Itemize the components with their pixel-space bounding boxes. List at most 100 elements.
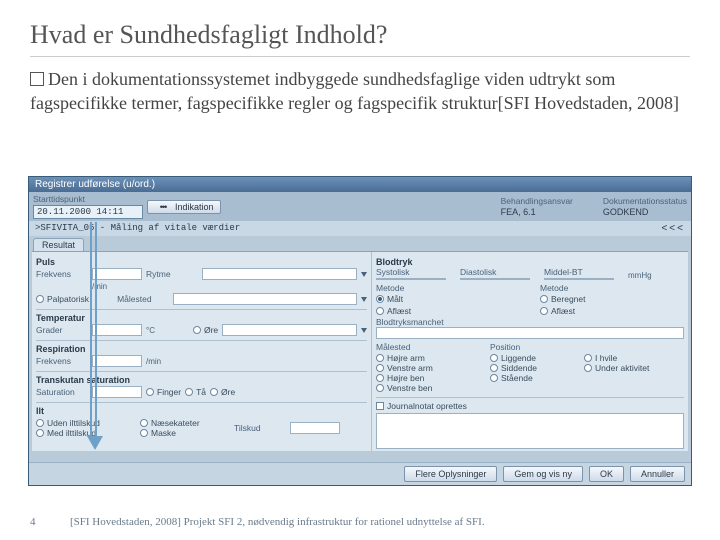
chevron-down-icon[interactable] bbox=[361, 297, 367, 302]
label-metode1: Metode bbox=[376, 283, 404, 293]
window-titlebar: Registrer udførelse (u/ord.) bbox=[29, 177, 691, 192]
radio-liggende[interactable] bbox=[490, 354, 498, 362]
radio-aktivitet[interactable] bbox=[584, 364, 592, 372]
dokstatus-label: Dokumentationsstatus bbox=[603, 196, 687, 206]
ellipsis-icon: ••• bbox=[154, 202, 172, 212]
manchet-field[interactable] bbox=[376, 327, 684, 339]
behandl-value: FEA, 6.1 bbox=[501, 207, 573, 217]
bullet-prefix: Den bbox=[48, 69, 78, 89]
main-pane: Puls FrekvensRytme /min PalpatoriskMåles… bbox=[32, 251, 688, 451]
radio-hojre-arm[interactable] bbox=[376, 354, 384, 362]
resp-frekvens-field[interactable] bbox=[92, 355, 142, 367]
label-saturation: Saturation bbox=[36, 387, 88, 397]
middel-field[interactable] bbox=[544, 278, 614, 280]
label-malested: Målested bbox=[117, 294, 169, 304]
tilskud-field[interactable] bbox=[290, 422, 340, 434]
puls-malested-field[interactable] bbox=[173, 293, 357, 305]
diastolisk-field[interactable] bbox=[460, 278, 530, 280]
annuller-button[interactable]: Annuller bbox=[630, 466, 685, 482]
spacer2 bbox=[584, 342, 586, 352]
label-tilskud: Tilskud bbox=[234, 423, 286, 433]
starttid-label: Starttidspunkt bbox=[33, 194, 143, 204]
page-number: 4 bbox=[30, 516, 50, 528]
radio-uden-ilt[interactable] bbox=[36, 419, 44, 427]
label-ore2: Øre bbox=[221, 387, 235, 397]
behandl-label: Behandlingsansvar bbox=[501, 196, 573, 206]
radio-palpatorisk[interactable] bbox=[36, 295, 44, 303]
label-beregnet: Beregnet bbox=[551, 294, 586, 304]
radio-maalt[interactable] bbox=[376, 295, 384, 303]
label-venstre-arm: Venstre arm bbox=[387, 363, 433, 373]
radio-ore2[interactable] bbox=[210, 388, 218, 396]
label-journalnotat: Journalnotat oprettes bbox=[387, 401, 467, 411]
label-finger: Finger bbox=[157, 387, 181, 397]
label-grader: Grader bbox=[36, 325, 88, 335]
radio-venstre-ben[interactable] bbox=[376, 384, 384, 392]
checkbox-journalnotat[interactable] bbox=[376, 402, 384, 410]
radio-ore[interactable] bbox=[193, 326, 201, 334]
puls-rytme-field[interactable] bbox=[202, 268, 357, 280]
label-palpatorisk: Palpatorisk bbox=[47, 294, 89, 304]
indikation-button[interactable]: •••Indikation bbox=[147, 200, 221, 214]
slide-body: Den i dokumentationssystemet indbyggede … bbox=[30, 67, 690, 116]
group-ilt: Ilt bbox=[36, 406, 367, 416]
temp-grader-field[interactable] bbox=[92, 324, 142, 336]
label-hojre-arm: Højre arm bbox=[387, 353, 425, 363]
left-column: Puls FrekvensRytme /min PalpatoriskMåles… bbox=[32, 252, 372, 451]
label-rytme: Rytme bbox=[146, 269, 198, 279]
radio-beregnet[interactable] bbox=[540, 295, 548, 303]
unit-celsius: °C bbox=[146, 326, 155, 335]
radio-aflaest2[interactable] bbox=[540, 307, 548, 315]
label-middel: Middel-BT bbox=[544, 267, 596, 277]
right-column: Blodtryk Systolisk Diastolisk Middel-BT … bbox=[372, 252, 688, 451]
starttid-field[interactable]: 20.11.2000 14:11 bbox=[33, 205, 143, 219]
radio-maske[interactable] bbox=[140, 429, 148, 437]
radio-hojre-ben[interactable] bbox=[376, 374, 384, 382]
systolisk-field[interactable] bbox=[376, 278, 446, 280]
tabbar: Resultat bbox=[29, 236, 691, 251]
label-ore: Øre bbox=[204, 325, 218, 335]
bullet-checkbox-icon bbox=[30, 72, 44, 86]
tab-resultat[interactable]: Resultat bbox=[33, 238, 84, 251]
indikation-label: Indikation bbox=[175, 202, 214, 212]
radio-finger[interactable] bbox=[146, 388, 154, 396]
label-systolisk: Systolisk bbox=[376, 267, 428, 277]
collapse-chevrons-icon[interactable]: <<< bbox=[661, 223, 685, 234]
label-med-ilt: Med ilttilskud bbox=[47, 428, 96, 438]
temp-select-field[interactable] bbox=[222, 324, 357, 336]
label-aktivitet: Under aktivitet bbox=[595, 363, 649, 373]
radio-staaende[interactable] bbox=[490, 374, 498, 382]
unit-permin: /min bbox=[92, 282, 107, 291]
label-venstre-ben: Venstre ben bbox=[387, 383, 432, 393]
chevron-down-icon[interactable] bbox=[361, 272, 367, 277]
label-taa: Tå bbox=[196, 387, 206, 397]
button-bar: Flere Oplysninger Gem og vis ny OK Annul… bbox=[29, 462, 691, 485]
app-window: Registrer udførelse (u/ord.) Starttidspu… bbox=[28, 176, 692, 486]
radio-aflaest[interactable] bbox=[376, 307, 384, 315]
label-resp-frekvens: Frekvens bbox=[36, 356, 88, 366]
flere-oplysninger-button[interactable]: Flere Oplysninger bbox=[404, 466, 497, 482]
radio-siddende[interactable] bbox=[490, 364, 498, 372]
radio-med-ilt[interactable] bbox=[36, 429, 44, 437]
ok-button[interactable]: OK bbox=[589, 466, 624, 482]
radio-hvile[interactable] bbox=[584, 354, 592, 362]
unit-mmhg: mmHg bbox=[628, 271, 652, 280]
journalnotat-textarea[interactable] bbox=[376, 413, 684, 449]
radio-naese[interactable] bbox=[140, 419, 148, 427]
puls-frekvens-field[interactable] bbox=[92, 268, 142, 280]
label-staaende: Stående bbox=[501, 373, 533, 383]
label-uden-ilt: Uden ilttilskud bbox=[47, 418, 100, 428]
label-frekvens: Frekvens bbox=[36, 269, 88, 279]
radio-venstre-arm[interactable] bbox=[376, 364, 384, 372]
slide-title: Hvad er Sundhedsfagligt Indhold? bbox=[30, 20, 690, 57]
radio-taa[interactable] bbox=[185, 388, 193, 396]
label-naese: Næsekateter bbox=[151, 418, 200, 428]
body-text: i dokumentationssystemet indbyggede sund… bbox=[30, 69, 679, 113]
label-maalested-r: Målested bbox=[376, 342, 411, 352]
label-metode2: Metode bbox=[540, 283, 568, 293]
gem-og-vis-ny-button[interactable]: Gem og vis ny bbox=[503, 466, 583, 482]
dokstatus-value: GODKEND bbox=[603, 207, 687, 217]
label-maske: Maske bbox=[151, 428, 176, 438]
sat-field[interactable] bbox=[92, 386, 142, 398]
chevron-down-icon[interactable] bbox=[361, 328, 367, 333]
